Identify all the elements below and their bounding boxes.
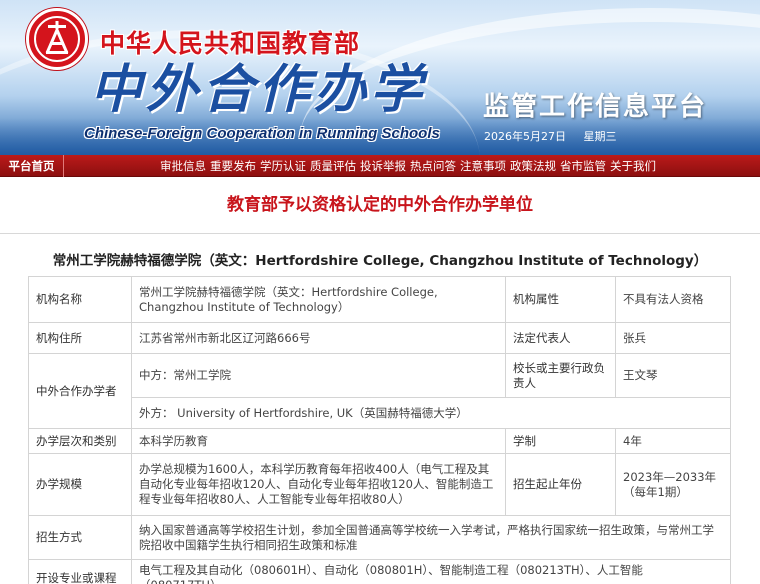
duration-label: 学制 (505, 428, 616, 454)
nav-about-us[interactable]: 关于我们 (610, 155, 656, 177)
table-row: 机构住所 江苏省常州市新北区辽河路666号 法定代表人 张兵 (28, 322, 731, 354)
level-label: 办学层次和类别 (28, 428, 132, 454)
nav-complaints[interactable]: 投诉举报 (360, 155, 406, 177)
duration-value: 4年 (615, 428, 731, 454)
enroll-period-value: 2023年—2033年（每年1期） (615, 453, 731, 516)
page-title: 教育部予以资格认定的中外合作办学单位 (227, 195, 533, 215)
table-row: 外方： University of Hertfordshire, UK（英国赫特… (29, 397, 731, 429)
nav-important-release[interactable]: 重要发布 (210, 155, 256, 177)
nav-items: 审批信息 重要发布 学历认证 质量评估 投诉举报 热点问答 注意事项 政策法规 … (160, 155, 656, 177)
majors-label: 开设专业或课程 (28, 559, 132, 584)
principal-value: 王文琴 (615, 353, 731, 398)
site-english-title: Chinese-Foreign Cooperation in Running S… (84, 125, 440, 142)
table-row: 机构名称 常州工学院赫特福德学院（英文：Hertfordshire Colleg… (28, 276, 731, 323)
nav-notices[interactable]: 注意事项 (460, 155, 506, 177)
table-row: 招生方式 纳入国家普通高等学校招生计划，参加全国普通高等学校统一入学考试，严格执… (28, 515, 731, 560)
table-row: 办学规模 办学总规模为1600人，本科学历教育每年招收400人（电气工程及其自动… (28, 453, 731, 516)
table-row: 中外合作办学者 中方：常州工学院 校长或主要行政负责人 王文琴 (28, 353, 731, 429)
institution-info-table: 机构名称 常州工学院赫特福德学院（英文：Hertfordshire Colleg… (28, 276, 731, 584)
org-name-value: 常州工学院赫特福德学院（英文：Hertfordshire College, Ch… (131, 276, 506, 323)
date-text: 2026年5月27日 (484, 130, 566, 143)
majors-value: 电气工程及其自动化（080601H）、自动化（080801H）、智能制造工程（0… (131, 559, 731, 584)
legal-rep-value: 张兵 (615, 322, 731, 354)
weekday-text: 星期三 (583, 130, 617, 143)
site-title: 中外合作办学 (90, 59, 427, 120)
address-label: 机构住所 (28, 322, 132, 354)
current-date: 2026年5月27日 星期三 (484, 128, 631, 144)
nav-provincial-supervision[interactable]: 省市监管 (560, 155, 606, 177)
operator-cn: 中方：常州工学院 (131, 353, 506, 398)
nav-degree-certification[interactable]: 学历认证 (260, 155, 306, 177)
main-nav: 平台首页 审批信息 重要发布 学历认证 质量评估 投诉举报 热点问答 注意事项 … (0, 155, 760, 177)
admission-value: 纳入国家普通高等学校招生计划，参加全国普通高等学校统一入学考试，严格执行国家统一… (131, 515, 731, 560)
org-attr-label: 机构属性 (505, 276, 616, 323)
institution-title: 常州工学院赫特福德学院（英文：Hertfordshire College, Ch… (52, 253, 708, 269)
nav-policies[interactable]: 政策法规 (510, 155, 556, 177)
org-attr-value: 不具有法人资格 (615, 276, 731, 323)
nav-home[interactable]: 平台首页 (0, 155, 64, 177)
header-banner: 中华人民共和国教育部 中外合作办学 Chinese-Foreign Cooper… (0, 0, 760, 155)
admission-label: 招生方式 (28, 515, 132, 560)
scale-label: 办学规模 (28, 453, 132, 516)
scale-value: 办学总规模为1600人，本科学历教育每年招收400人（电气工程及其自动化专业每年… (131, 453, 506, 516)
legal-rep-label: 法定代表人 (505, 322, 616, 354)
principal-label: 校长或主要行政负责人 (505, 353, 616, 398)
nav-approval-info[interactable]: 审批信息 (160, 155, 206, 177)
ministry-name: 中华人民共和国教育部 (100, 29, 361, 58)
nav-hot-qa[interactable]: 热点问答 (410, 155, 456, 177)
table-row: 办学层次和类别 本科学历教育 学制 4年 (28, 428, 731, 454)
operators-label: 中外合作办学者 (28, 353, 132, 429)
nav-quality-assessment[interactable]: 质量评估 (310, 155, 356, 177)
moe-emblem-icon[interactable] (26, 8, 88, 70)
address-value: 江苏省常州市新北区辽河路666号 (131, 322, 506, 354)
platform-title: 监管工作信息平台 (483, 92, 708, 122)
divider (0, 233, 760, 234)
table-row: 开设专业或课程 电气工程及其自动化（080601H）、自动化（080801H）、… (28, 559, 731, 584)
org-name-label: 机构名称 (28, 276, 132, 323)
enroll-period-label: 招生起止年份 (505, 453, 616, 516)
operator-foreign: 外方： University of Hertfordshire, UK（英国赫特… (131, 397, 731, 429)
level-value: 本科学历教育 (131, 428, 506, 454)
